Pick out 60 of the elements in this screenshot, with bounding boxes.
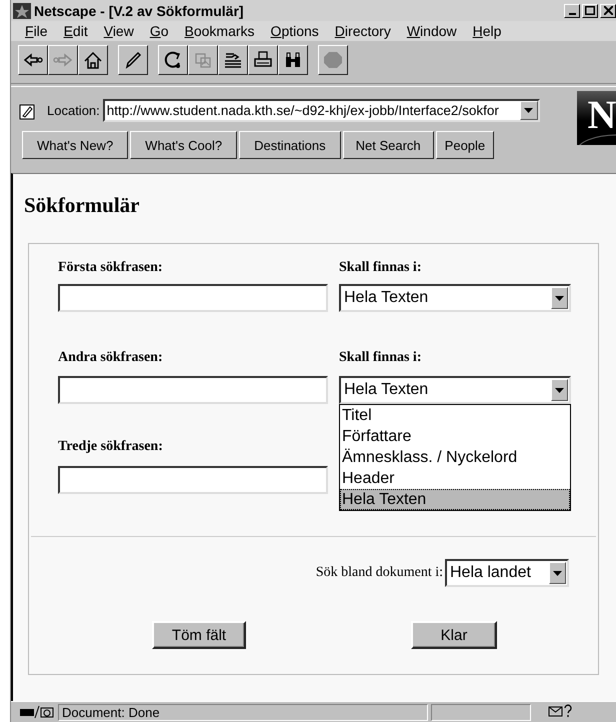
menu-item[interactable]: Go	[142, 23, 177, 39]
dropdown-option[interactable]: Header	[340, 468, 570, 489]
netscape-logo: N	[577, 91, 616, 145]
print-button[interactable]	[248, 45, 278, 75]
dropdown-arrow-icon	[524, 108, 534, 113]
app-icon	[13, 2, 31, 18]
clear-button[interactable]: Töm fält	[152, 621, 246, 649]
minimize-button[interactable]	[564, 4, 580, 18]
menu-item[interactable]: Directory	[326, 23, 399, 39]
menu-item[interactable]: Edit	[56, 23, 96, 39]
scope-label: Sök bland dokument i:	[316, 565, 443, 581]
field-label: Andra sökfrasen:	[58, 350, 164, 366]
reload-button[interactable]	[158, 45, 188, 75]
dropdown-option[interactable]: Ämnesklass. / Nyckelord	[340, 447, 570, 468]
menu-item[interactable]: Help	[464, 23, 510, 39]
home-icon	[82, 49, 104, 71]
home-button[interactable]	[78, 45, 108, 75]
maximize-icon	[585, 6, 595, 15]
input-field[interactable]	[58, 376, 328, 404]
stop-icon	[322, 49, 344, 71]
directory-button[interactable]: People	[436, 131, 494, 159]
dropdown-option[interactable]: Författare	[340, 426, 570, 447]
maximize-button[interactable]	[582, 4, 598, 18]
menu-item[interactable]: Bookmarks	[176, 23, 263, 39]
dropdown-arrow-icon	[555, 388, 564, 392]
directory-button[interactable]: What's New?	[22, 131, 128, 159]
close-icon	[604, 6, 612, 15]
directory-button[interactable]: Net Search	[342, 131, 434, 159]
directory-button[interactable]: What's Cool?	[130, 131, 238, 159]
select-field[interactable]: Hela landet	[445, 559, 569, 587]
field-label: Skall finnas i:	[339, 260, 422, 276]
dropdown-option[interactable]: Titel	[340, 405, 570, 426]
input-field[interactable]	[58, 466, 328, 494]
open-button[interactable]	[218, 45, 248, 75]
field-label: Första sökfrasen:	[58, 260, 164, 276]
status-text: Document: Done	[62, 704, 160, 720]
field-label: Skall finnas i:	[339, 350, 422, 366]
minimize-icon	[568, 13, 576, 15]
close-button[interactable]	[600, 4, 616, 18]
page-heading: Sökformulär	[23, 192, 140, 219]
menu-item[interactable]: View	[96, 23, 142, 39]
menu-item[interactable]: File	[17, 23, 56, 39]
find-button[interactable]	[278, 45, 308, 75]
location-label: Location:	[47, 103, 100, 118]
directory-button[interactable]: Destinations	[239, 131, 341, 159]
select-field[interactable]: Hela Texten	[339, 284, 571, 312]
menu-item[interactable]: Options	[262, 23, 327, 39]
edit-button[interactable]	[118, 45, 148, 75]
dropdown-option[interactable]: Hela Texten	[340, 489, 570, 510]
window-title: Netscape - [V.2 av Sökformulär]	[34, 2, 245, 18]
dropdown-arrow-icon	[553, 570, 562, 576]
mail-icon[interactable]	[548, 704, 574, 718]
menu-item[interactable]: Window	[398, 23, 465, 39]
location-field[interactable]: http://www.student.nada.kth.se/~d92-khj/ex-jobb/Interface2/sokfor	[102, 99, 540, 122]
input-field[interactable]	[58, 284, 328, 312]
bookmark-icon	[19, 102, 37, 120]
submit-button[interactable]: Klar	[411, 621, 497, 649]
dropdown-arrow-icon	[555, 296, 564, 300]
back-button[interactable]	[18, 45, 48, 75]
field-label: Tredje sökfrasen:	[58, 439, 164, 455]
